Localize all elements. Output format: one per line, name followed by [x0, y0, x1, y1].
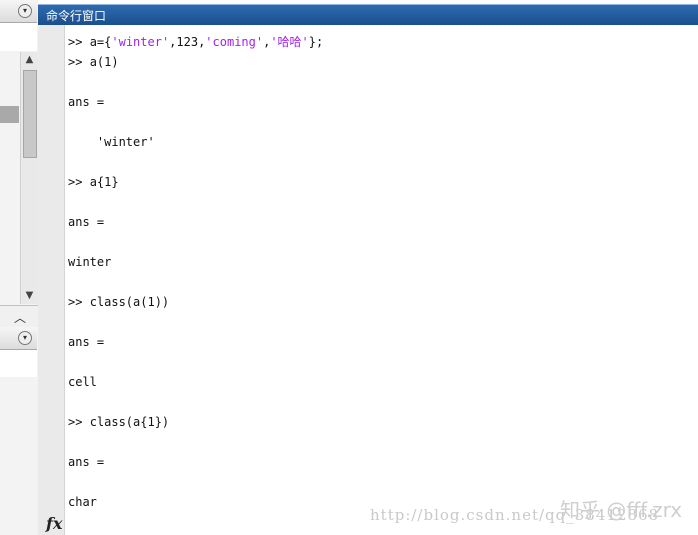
- fx-icon[interactable]: fx: [46, 514, 62, 533]
- prompt: >>: [68, 295, 90, 309]
- command-line: >> class(a(1)): [68, 292, 688, 312]
- code-text: ans =: [68, 95, 105, 109]
- command-line: >> a={'winter',123,'coming','哈哈'};: [68, 32, 688, 52]
- dropdown-circle-icon[interactable]: ▾: [18, 331, 32, 345]
- code-text: ans =: [68, 335, 105, 349]
- left-panel-top: ▾ ▲ ▼: [0, 0, 39, 305]
- command-line: ans =: [68, 452, 688, 472]
- command-line: [68, 152, 688, 172]
- prompt: >>: [68, 175, 90, 189]
- code-text: a{1}: [89, 175, 119, 189]
- code-text: ,123,: [169, 35, 206, 49]
- command-line: ans =: [68, 332, 688, 352]
- command-window-titlebar[interactable]: 命令行窗口: [38, 4, 698, 25]
- command-line: [68, 392, 688, 412]
- command-window[interactable]: 命令行窗口 >> a={'winter',123,'coming','哈哈'};…: [38, 0, 698, 535]
- code-text: cell: [68, 375, 97, 389]
- command-line: [68, 272, 688, 292]
- code-text: ans =: [68, 455, 105, 469]
- string-literal: 'coming': [205, 35, 264, 49]
- string-literal: '哈哈': [270, 35, 309, 49]
- panel-list-top: [0, 23, 37, 51]
- left-panel-bottom: ▾: [0, 327, 39, 535]
- command-line: [68, 72, 688, 92]
- command-line: >> a{1}: [68, 172, 688, 192]
- command-line: >> class(a{1}): [68, 412, 688, 432]
- command-line: [68, 472, 688, 492]
- command-line: winter: [68, 252, 688, 272]
- command-output[interactable]: >> a={'winter',123,'coming','哈哈'}; >> a(1…: [68, 32, 688, 512]
- code-text: };: [308, 35, 324, 49]
- code-text: 'winter': [68, 135, 155, 149]
- code-text: class(a(1)): [89, 295, 170, 309]
- selected-row[interactable]: [0, 106, 19, 123]
- code-text: a(1): [89, 55, 119, 69]
- code-text: winter: [68, 255, 112, 269]
- prompt: >>: [68, 55, 90, 69]
- code-text: a={: [89, 35, 112, 49]
- panel-header-bottom: ▾: [0, 327, 37, 350]
- command-line: [68, 312, 688, 332]
- scroll-thumb[interactable]: [23, 70, 37, 158]
- chevron-up-icon[interactable]: ︿: [14, 309, 26, 326]
- panel-header-top: ▾: [0, 0, 37, 23]
- command-line: [68, 112, 688, 132]
- command-window-title: 命令行窗口: [46, 9, 107, 23]
- string-literal: 'winter': [111, 35, 170, 49]
- command-line: [68, 192, 688, 212]
- panel-splitter[interactable]: ︿: [0, 305, 38, 329]
- code-text: ans =: [68, 215, 105, 229]
- command-line: >> a(1): [68, 52, 688, 72]
- command-line: [68, 352, 688, 372]
- command-line: [68, 232, 688, 252]
- chevron-down-icon[interactable]: ▼: [21, 288, 38, 304]
- command-line: 'winter': [68, 132, 688, 152]
- code-text: char: [68, 495, 97, 509]
- chevron-up-icon[interactable]: ▲: [21, 52, 38, 68]
- command-line: cell: [68, 372, 688, 392]
- command-gutter: [38, 25, 65, 535]
- command-line: ans =: [68, 212, 688, 232]
- command-line: [68, 432, 688, 452]
- panel-list-bottom: [0, 350, 37, 377]
- dropdown-circle-icon[interactable]: ▾: [18, 4, 32, 18]
- watermark-brand: 知乎 @fff.zrx: [560, 498, 683, 522]
- vertical-scrollbar-top[interactable]: ▲ ▼: [20, 52, 38, 304]
- code-text: class(a{1}): [89, 415, 170, 429]
- command-line: ans =: [68, 92, 688, 112]
- prompt: >>: [68, 35, 90, 49]
- prompt: >>: [68, 415, 90, 429]
